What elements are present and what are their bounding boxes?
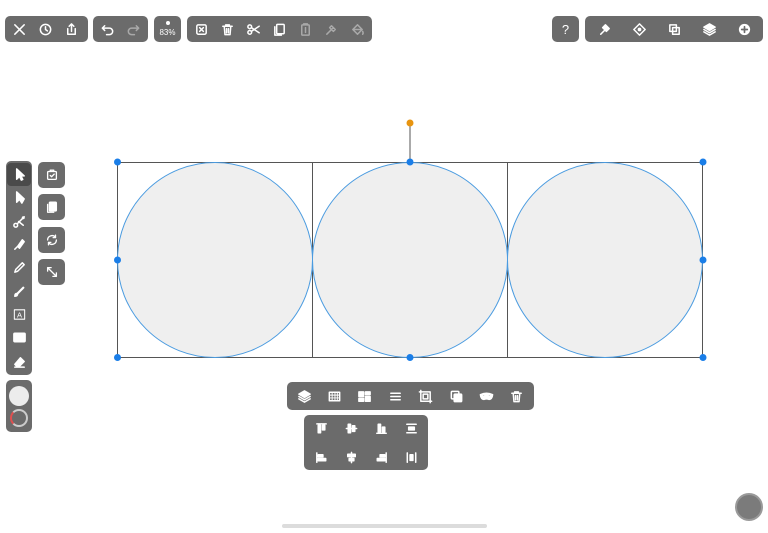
combine-icon[interactable] bbox=[443, 383, 469, 409]
align-middle-icon[interactable] bbox=[338, 415, 364, 441]
align-center-icon[interactable] bbox=[338, 444, 364, 470]
home-indicator bbox=[282, 524, 487, 528]
crop-icon[interactable] bbox=[413, 383, 439, 409]
circle-shape-1[interactable] bbox=[117, 162, 313, 358]
layers-icon[interactable] bbox=[291, 383, 317, 409]
align-right-icon[interactable] bbox=[368, 444, 394, 470]
selection-context-menu bbox=[287, 382, 534, 410]
align-bottom-icon[interactable] bbox=[368, 415, 394, 441]
floating-action-button[interactable] bbox=[735, 493, 763, 521]
circle-shape-3[interactable] bbox=[507, 162, 703, 358]
rotation-handle[interactable] bbox=[406, 119, 414, 127]
align-top-icon[interactable] bbox=[308, 415, 334, 441]
distribute-vertical-icon[interactable] bbox=[398, 415, 424, 441]
align-menu bbox=[304, 415, 428, 470]
align-left-icon[interactable] bbox=[308, 444, 334, 470]
align-lines-icon[interactable] bbox=[382, 383, 408, 409]
distribute-icon[interactable] bbox=[352, 383, 378, 409]
mask-icon[interactable] bbox=[474, 383, 500, 409]
transparency-icon[interactable] bbox=[321, 383, 347, 409]
circle-shape-2[interactable] bbox=[312, 162, 508, 358]
delete-icon[interactable] bbox=[504, 383, 530, 409]
distribute-horizontal-icon[interactable] bbox=[398, 444, 424, 470]
align-row-horizontal bbox=[308, 444, 424, 470]
align-row-vertical bbox=[308, 415, 424, 441]
